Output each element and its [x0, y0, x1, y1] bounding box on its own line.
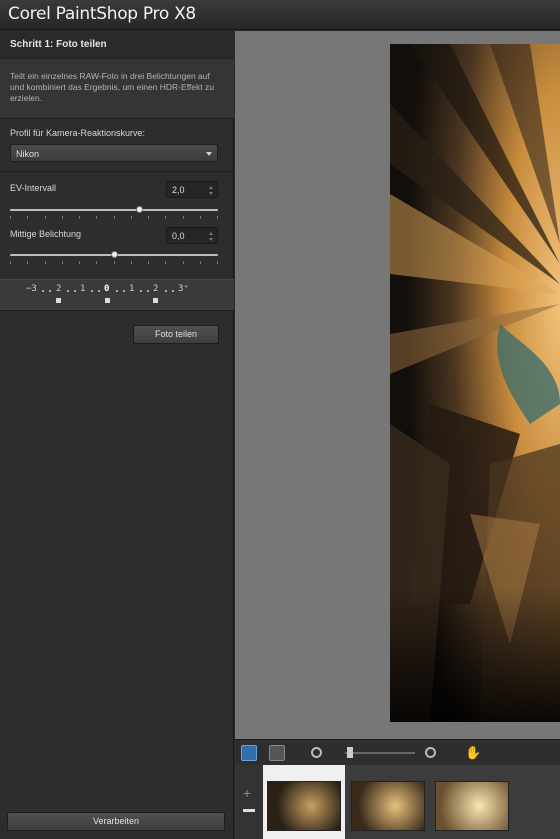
slider-tick — [45, 261, 46, 264]
slider-tick — [62, 216, 63, 219]
scale-dot — [67, 290, 69, 292]
slider-tick — [217, 216, 218, 219]
scale-dot — [172, 290, 174, 292]
ev-interval-value: 2,0 — [172, 185, 185, 195]
slider-tick — [114, 261, 115, 264]
divider — [0, 171, 234, 172]
zoom-slider-thumb[interactable] — [347, 747, 353, 758]
app-title: Corel PaintShop Pro X8 — [8, 4, 196, 24]
chevron-down-icon — [206, 152, 212, 156]
zoom-slider[interactable] — [345, 752, 415, 754]
exposure-scale: −3 2 1 0 1 2 3⁺ — [0, 279, 234, 311]
slider-tick — [62, 261, 63, 264]
profile-label: Profil für Kamera-Reaktionskurve: — [10, 128, 146, 138]
scale-label-plus3: 3⁺ — [178, 284, 189, 294]
slider-tick — [200, 261, 201, 264]
slider-track — [10, 209, 218, 211]
scale-label-minus2: 2 — [56, 284, 62, 294]
slider-tick — [45, 216, 46, 219]
slider-tick — [131, 261, 132, 264]
scale-label-zero: 0 — [104, 284, 110, 294]
pan-hand-icon[interactable]: ✋ — [465, 745, 481, 761]
description-text: Teilt ein einzelnes RAW-Foto in drei Bel… — [10, 71, 214, 103]
slider-tick — [148, 261, 149, 264]
settings-panel: Schritt 1: Foto teilen Teilt ein einzeln… — [0, 31, 234, 839]
slider-tick — [131, 216, 132, 219]
slider-thumb[interactable] — [111, 251, 118, 258]
mid-exposure-value: 0,0 — [172, 231, 185, 241]
mid-exposure-label: Mittige Belichtung — [10, 229, 82, 239]
slider-tick — [114, 216, 115, 219]
slider-tick — [10, 261, 11, 264]
view-toolbar: ✋ — [235, 739, 560, 765]
scale-dot — [165, 290, 167, 292]
title-bar: Corel PaintShop Pro X8 — [0, 0, 560, 30]
slider-tick — [10, 216, 11, 219]
slider-ticks — [10, 261, 218, 264]
scale-label-minus3: −3 — [26, 284, 37, 294]
scale-label-minus1: 1 — [80, 284, 86, 294]
mid-exposure-slider[interactable] — [10, 250, 218, 264]
ev-interval-slider[interactable] — [10, 205, 218, 219]
spin-up-icon[interactable] — [209, 186, 213, 189]
scale-dot — [147, 290, 149, 292]
process-button[interactable]: Verarbeiten — [7, 812, 225, 831]
slider-thumb[interactable] — [135, 206, 143, 213]
actual-size-icon[interactable] — [269, 745, 285, 761]
spin-up-icon[interactable] — [209, 232, 213, 235]
scale-dot — [116, 290, 118, 292]
scale-label-plus2: 2 — [153, 284, 159, 294]
slider-tick — [27, 261, 28, 264]
description-box: Teilt ein einzelnes RAW-Foto in drei Bel… — [0, 59, 234, 119]
thumbnail-image — [267, 781, 341, 831]
ev-interval-label: EV-Intervall — [10, 183, 57, 193]
zoom-out-icon[interactable] — [311, 747, 322, 758]
profile-value: Nikon — [16, 149, 40, 159]
slider-ticks — [10, 216, 218, 219]
slider-tick — [217, 261, 218, 264]
slider-tick — [79, 216, 80, 219]
add-image-button[interactable]: + — [243, 785, 251, 801]
scale-dot — [123, 290, 125, 292]
scale-dot — [42, 290, 44, 292]
scale-dot — [140, 290, 142, 292]
split-photo-button[interactable]: Foto teilen — [133, 325, 219, 344]
scale-dot — [91, 290, 93, 292]
scale-dot — [49, 290, 51, 292]
slider-tick — [27, 216, 28, 219]
preview-image-graphic — [390, 44, 560, 722]
slider-tick — [165, 216, 166, 219]
fit-window-icon[interactable] — [241, 745, 257, 761]
scale-label-plus1: 1 — [129, 284, 135, 294]
spin-down-icon[interactable] — [209, 238, 213, 241]
mid-exposure-spinbox[interactable]: 0,0 — [166, 227, 218, 244]
filmstrip-thumbnail-1[interactable] — [263, 765, 345, 839]
filmstrip-thumbnail-3[interactable] — [431, 765, 513, 839]
filmstrip-controls: + — [235, 765, 263, 839]
slider-tick — [96, 261, 97, 264]
slider-tick — [200, 216, 201, 219]
step-title: Schritt 1: Foto teilen — [10, 39, 107, 50]
ev-interval-spinbox[interactable]: 2,0 — [166, 181, 218, 198]
spin-down-icon[interactable] — [209, 192, 213, 195]
scale-dot — [74, 290, 76, 292]
zoom-in-icon[interactable] — [425, 747, 436, 758]
slider-tick — [79, 261, 80, 264]
preview-image[interactable] — [390, 44, 560, 722]
camera-profile-dropdown[interactable]: Nikon — [10, 144, 218, 162]
slider-tick — [165, 261, 166, 264]
slider-tick — [183, 216, 184, 219]
thumbnail-image — [435, 781, 509, 831]
slider-tick — [183, 261, 184, 264]
exposure-marker[interactable] — [153, 298, 158, 303]
step-header: Schritt 1: Foto teilen — [0, 31, 234, 59]
exposure-marker[interactable] — [56, 298, 61, 303]
thumbnail-image — [351, 781, 425, 831]
exposure-marker[interactable] — [105, 298, 110, 303]
scale-dot — [98, 290, 100, 292]
filmstrip-thumbnail-2[interactable] — [347, 765, 429, 839]
remove-image-button[interactable] — [243, 809, 255, 812]
slider-tick — [148, 216, 149, 219]
slider-tick — [96, 216, 97, 219]
